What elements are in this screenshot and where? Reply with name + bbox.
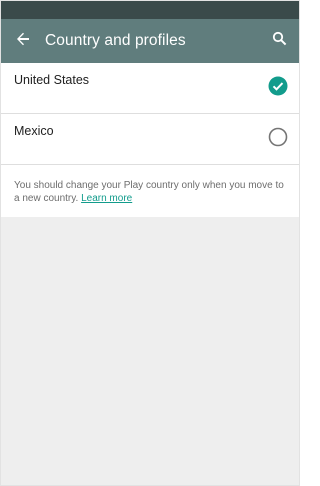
change-country-note: You should change your Play country only…: [1, 167, 299, 217]
country-name: Mexico: [14, 124, 54, 138]
empty-area: [1, 217, 299, 485]
arrow-back-icon: [15, 31, 31, 52]
page-title: Country and profiles: [45, 32, 186, 49]
learn-more-link[interactable]: Learn more: [81, 193, 132, 204]
status-bar: [1, 1, 299, 19]
note-text: You should change your Play country only…: [14, 180, 284, 204]
search-icon: [272, 31, 287, 51]
app-bar: Country and profiles: [1, 19, 299, 63]
country-row-united-states[interactable]: United States: [1, 63, 299, 114]
search-button[interactable]: [259, 19, 299, 63]
back-button[interactable]: [1, 19, 45, 63]
check-circle-icon[interactable]: [268, 76, 288, 96]
screen: Country and profiles United States Mexic…: [0, 0, 300, 486]
country-list: United States Mexico: [1, 63, 299, 165]
country-name: United States: [14, 73, 90, 87]
country-row-mexico[interactable]: Mexico: [1, 114, 299, 165]
radio-empty-icon[interactable]: [268, 127, 288, 147]
